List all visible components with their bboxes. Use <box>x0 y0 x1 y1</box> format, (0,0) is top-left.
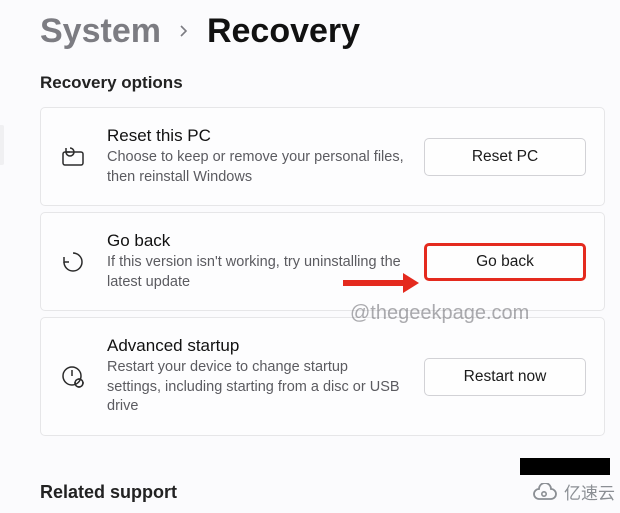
advanced-startup-icon <box>59 364 87 390</box>
option-title: Advanced startup <box>107 336 404 356</box>
option-reset-this-pc: Reset this PC Choose to keep or remove y… <box>40 107 605 206</box>
option-title: Reset this PC <box>107 126 404 146</box>
overlay-blackbar <box>520 458 610 475</box>
option-advanced-startup: Advanced startup Restart your device to … <box>40 317 605 436</box>
breadcrumb: System Recovery <box>40 12 620 51</box>
option-title: Go back <box>107 231 404 251</box>
annotation-arrow <box>343 273 419 293</box>
recovery-options-list: Reset this PC Choose to keep or remove y… <box>40 107 605 436</box>
option-desc: Choose to keep or remove your personal f… <box>107 148 404 187</box>
sidebar-edge <box>0 125 4 165</box>
watermark-text: @thegeekpage.com <box>350 302 529 325</box>
go-back-button[interactable]: Go back <box>424 243 586 281</box>
breadcrumb-root[interactable]: System <box>40 12 161 51</box>
vendor-badge: 亿速云 <box>532 479 615 504</box>
recovery-page: System Recovery Recovery options Reset t… <box>0 0 620 503</box>
go-back-icon <box>59 249 87 275</box>
reset-pc-button[interactable]: Reset PC <box>424 138 586 176</box>
vendor-badge-text: 亿速云 <box>564 479 615 504</box>
option-desc: Restart your device to change startup se… <box>107 358 404 417</box>
restart-now-button[interactable]: Restart now <box>424 358 586 396</box>
option-go-back: Go back If this version isn't working, t… <box>40 212 605 311</box>
breadcrumb-leaf: Recovery <box>207 12 360 51</box>
section-title-recovery-options: Recovery options <box>40 73 620 93</box>
chevron-right-icon <box>179 24 189 43</box>
cloud-icon <box>532 483 558 501</box>
reset-pc-icon <box>59 145 87 169</box>
